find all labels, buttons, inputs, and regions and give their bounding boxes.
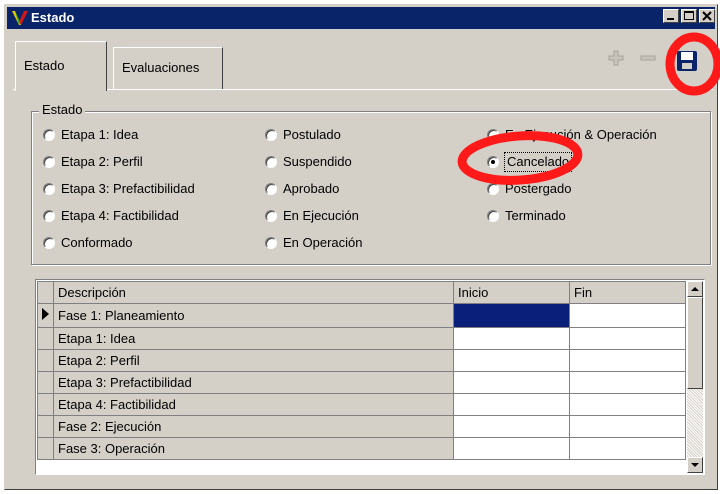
add-icon[interactable] <box>607 49 625 67</box>
radio-label: Etapa 3: Prefactibilidad <box>61 181 195 196</box>
table-row[interactable]: Etapa 2: Perfil <box>37 349 686 372</box>
cell-descripcion[interactable]: Etapa 1: Idea <box>53 327 454 350</box>
radio-circle-icon <box>43 156 55 168</box>
cell-fin[interactable] <box>569 415 686 438</box>
row-indicator <box>37 437 54 460</box>
radio-label: Aprobado <box>283 181 340 196</box>
row-indicator <box>37 303 54 328</box>
title-bar[interactable]: Estado <box>7 7 715 29</box>
radio-circle-icon <box>487 210 499 222</box>
close-icon <box>702 11 712 21</box>
estado-window: Estado Estado Evaluaciones Estado Etapa … <box>4 4 718 490</box>
row-indicator <box>37 393 54 416</box>
radio-label: Etapa 1: Idea <box>61 127 139 142</box>
radio-label: En Ejecución & Operación <box>505 127 657 142</box>
table-row[interactable]: Fase 1: Planeamiento <box>37 303 686 328</box>
column-header-descripcion[interactable]: Descripción <box>53 281 454 304</box>
radio-label: Etapa 2: Perfil <box>61 154 143 169</box>
cell-descripcion[interactable]: Etapa 4: Factibilidad <box>53 393 454 416</box>
cell-descripcion[interactable]: Fase 2: Ejecución <box>53 415 454 438</box>
radio-circle-icon <box>487 129 499 141</box>
cell-inicio[interactable] <box>453 349 570 372</box>
table-row[interactable]: Etapa 3: Prefactibilidad <box>37 371 686 394</box>
radio-circle-icon <box>43 210 55 222</box>
current-row-arrow-icon <box>42 308 49 320</box>
row-indicator <box>37 327 54 350</box>
maximize-button[interactable] <box>681 9 697 23</box>
cell-descripcion[interactable]: Fase 1: Planeamiento <box>53 303 454 328</box>
cell-inicio[interactable] <box>453 437 570 460</box>
radio-checked-icon <box>487 156 499 168</box>
tab-estado[interactable]: Estado <box>15 41 107 91</box>
scroll-thumb[interactable] <box>687 297 703 389</box>
radio-circle-icon <box>265 156 277 168</box>
cell-descripcion[interactable]: Etapa 2: Perfil <box>53 349 454 372</box>
cell-inicio[interactable] <box>453 415 570 438</box>
window-title: Estado <box>31 10 75 25</box>
cell-fin[interactable] <box>569 393 686 416</box>
radio-label: Suspendido <box>283 154 352 169</box>
arrow-up-icon <box>691 287 699 291</box>
phases-grid[interactable]: Descripción Inicio Fin Fase 1: Planeamie… <box>35 279 705 475</box>
radio-circle-icon <box>265 210 277 222</box>
row-indicator <box>37 371 54 394</box>
cell-descripcion[interactable]: Fase 3: Operación <box>53 437 454 460</box>
cell-fin[interactable] <box>569 349 686 372</box>
radio-label: Postulado <box>283 127 341 142</box>
radio-label: Etapa 4: Factibilidad <box>61 208 179 223</box>
radio-circle-icon <box>265 237 277 249</box>
radio-circle-icon <box>265 183 277 195</box>
phases-table: Descripción Inicio Fin Fase 1: Planeamie… <box>37 281 686 460</box>
app-logo-icon <box>12 11 28 25</box>
radio-label: En Operación <box>283 235 363 250</box>
table-row[interactable]: Etapa 4: Factibilidad <box>37 393 686 416</box>
radio-circle-icon <box>265 129 277 141</box>
column-header-inicio[interactable]: Inicio <box>453 281 570 304</box>
remove-icon[interactable] <box>639 49 657 67</box>
row-indicator <box>37 415 54 438</box>
tab-evaluaciones[interactable]: Evaluaciones <box>113 47 223 89</box>
radio-label: En Ejecución <box>283 208 359 223</box>
cell-inicio[interactable] <box>453 371 570 394</box>
arrow-down-icon <box>691 463 699 467</box>
radio-circle-icon <box>487 183 499 195</box>
row-indicator <box>37 349 54 372</box>
cell-descripcion[interactable]: Etapa 3: Prefactibilidad <box>53 371 454 394</box>
scroll-up-button[interactable] <box>687 281 703 297</box>
column-header-fin[interactable]: Fin <box>569 281 686 304</box>
scroll-down-button[interactable] <box>687 457 703 473</box>
radio-label: Cancelado <box>503 152 573 172</box>
radio-circle-icon <box>43 183 55 195</box>
radio-circle-icon <box>43 237 55 249</box>
close-button[interactable] <box>699 9 715 23</box>
vertical-scrollbar[interactable] <box>687 281 703 473</box>
radio-label: Conformado <box>61 235 133 250</box>
save-icon[interactable] <box>675 49 699 73</box>
grid-header-row: Descripción Inicio Fin <box>37 281 686 304</box>
cell-inicio[interactable] <box>453 303 570 328</box>
table-row[interactable]: Fase 2: Ejecución <box>37 415 686 438</box>
cell-fin[interactable] <box>569 327 686 350</box>
maximize-icon <box>684 11 694 20</box>
radio-circle-icon <box>43 129 55 141</box>
cell-inicio[interactable] <box>453 393 570 416</box>
group-legend: Estado <box>39 102 86 117</box>
cell-fin[interactable] <box>569 303 686 328</box>
radio-label: Terminado <box>505 208 566 223</box>
row-indicator-header <box>37 281 54 304</box>
cell-inicio[interactable] <box>453 327 570 350</box>
table-row[interactable]: Fase 3: Operación <box>37 437 686 460</box>
cell-fin[interactable] <box>569 437 686 460</box>
cell-fin[interactable] <box>569 371 686 394</box>
minimize-icon <box>667 18 674 20</box>
minimize-button[interactable] <box>663 9 679 23</box>
radio-label: Postergado <box>505 181 572 196</box>
table-row[interactable]: Etapa 1: Idea <box>37 327 686 350</box>
